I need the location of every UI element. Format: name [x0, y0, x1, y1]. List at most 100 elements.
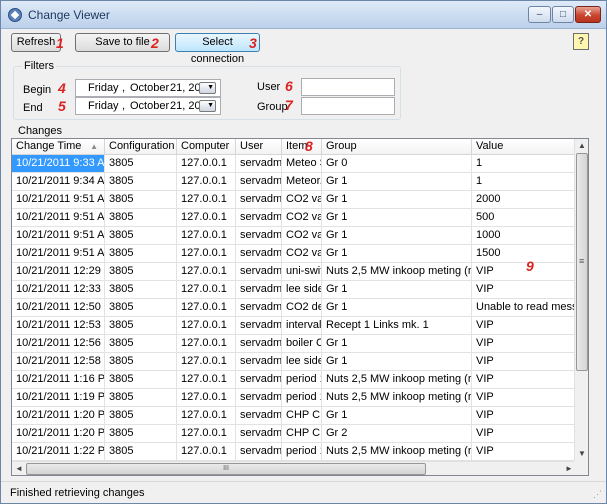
cell-change-time[interactable]: 10/21/2011 9:33 AM — [12, 155, 105, 173]
cell-configuration[interactable]: 3805 — [105, 317, 177, 335]
column-header-value[interactable]: Value — [472, 139, 576, 155]
close-button[interactable]: ✕ — [575, 6, 601, 23]
cell-configuration[interactable]: 3805 — [105, 209, 177, 227]
cell-group[interactable]: Nuts 2,5 MW inkoop meting (registratie) — [322, 389, 472, 407]
cell-user[interactable]: servadmin — [236, 371, 282, 389]
cell-configuration[interactable]: 3805 — [105, 371, 177, 389]
resize-grip-icon[interactable]: ⋰ — [593, 489, 602, 500]
cell-user[interactable]: servadmin — [236, 191, 282, 209]
cell-group[interactable]: Gr 1 — [322, 407, 472, 425]
cell-configuration[interactable]: 3805 — [105, 245, 177, 263]
cell-change-time[interactable]: 10/21/2011 12:50 PM — [12, 299, 105, 317]
scroll-down-icon[interactable]: ▼ — [575, 447, 588, 461]
cell-change-time[interactable]: 10/21/2011 9:34 AM — [12, 173, 105, 191]
cell-user[interactable]: servadmin — [236, 407, 282, 425]
vertical-scroll-thumb[interactable] — [576, 153, 588, 371]
minimize-button[interactable]: ‒ — [528, 6, 551, 23]
cell-item[interactable]: Meteo S... — [282, 155, 322, 173]
help-icon[interactable]: ? — [573, 33, 589, 50]
calendar-dropdown-icon[interactable]: ▼ — [199, 82, 216, 94]
cell-computer[interactable]: 127.0.0.1 — [177, 389, 236, 407]
cell-group[interactable]: Gr 0 — [322, 155, 472, 173]
table-row[interactable]: 10/21/2011 1:20 PM3805127.0.0.1servadmin… — [12, 407, 576, 425]
cell-computer[interactable]: 127.0.0.1 — [177, 443, 236, 461]
table-row[interactable]: 10/21/2011 12:33 PM3805127.0.0.1servadmi… — [12, 281, 576, 299]
table-row[interactable]: 10/21/2011 9:51 AM3805127.0.0.1servadmin… — [12, 227, 576, 245]
horizontal-scroll-thumb[interactable]: III — [26, 463, 426, 475]
vertical-scrollbar[interactable]: ▲ ▼ — [574, 139, 588, 461]
cell-user[interactable]: servadmin — [236, 389, 282, 407]
cell-change-time[interactable]: 10/21/2011 9:51 AM — [12, 191, 105, 209]
cell-item[interactable]: CHP C... — [282, 425, 322, 443]
cell-item[interactable]: period 1... — [282, 371, 322, 389]
cell-item[interactable]: CO2 val... — [282, 209, 322, 227]
cell-value[interactable]: VIP — [472, 425, 576, 443]
cell-change-time[interactable]: 10/21/2011 12:29 PM — [12, 263, 105, 281]
cell-group[interactable]: Nuts 2,5 MW inkoop meting (registratie) — [322, 371, 472, 389]
title-bar[interactable]: Change Viewer ‒ □ ✕ — [1, 1, 606, 29]
cell-value[interactable]: 500 — [472, 209, 576, 227]
column-header-computer[interactable]: Computer — [177, 139, 236, 155]
cell-item[interactable]: period 1... — [282, 389, 322, 407]
cell-item[interactable]: interval:... — [282, 317, 322, 335]
cell-item[interactable]: lee side... — [282, 353, 322, 371]
cell-user[interactable]: servadmin — [236, 425, 282, 443]
column-header-change-time[interactable]: Change Time ▲ — [12, 139, 105, 155]
cell-user[interactable]: servadmin — [236, 227, 282, 245]
table-row[interactable]: 10/21/2011 12:29 PM3805127.0.0.1servadmi… — [12, 263, 576, 281]
cell-item[interactable]: CO2 de... — [282, 299, 322, 317]
group-filter-input[interactable] — [301, 97, 395, 115]
cell-user[interactable]: servadmin — [236, 209, 282, 227]
column-header-user[interactable]: User — [236, 139, 282, 155]
cell-group[interactable]: Gr 1 — [322, 209, 472, 227]
cell-change-time[interactable]: 10/21/2011 9:51 AM — [12, 209, 105, 227]
user-filter-input[interactable] — [301, 78, 395, 96]
cell-item[interactable]: period 1... — [282, 443, 322, 461]
cell-user[interactable]: servadmin — [236, 317, 282, 335]
table-row[interactable]: 10/21/2011 9:51 AM3805127.0.0.1servadmin… — [12, 191, 576, 209]
cell-value[interactable]: 1000 — [472, 227, 576, 245]
cell-user[interactable]: servadmin — [236, 263, 282, 281]
cell-computer[interactable]: 127.0.0.1 — [177, 173, 236, 191]
cell-value[interactable]: VIP — [472, 335, 576, 353]
cell-change-time[interactable]: 10/21/2011 1:22 PM — [12, 443, 105, 461]
cell-group[interactable]: Gr 1 — [322, 173, 472, 191]
cell-item[interactable]: lee side... — [282, 281, 322, 299]
cell-computer[interactable]: 127.0.0.1 — [177, 425, 236, 443]
cell-configuration[interactable]: 3805 — [105, 281, 177, 299]
cell-user[interactable]: servadmin — [236, 443, 282, 461]
table-row[interactable]: 10/21/2011 12:58 PM3805127.0.0.1servadmi… — [12, 353, 576, 371]
table-row[interactable]: 10/21/2011 9:34 AM3805127.0.0.1servadmin… — [12, 173, 576, 191]
cell-computer[interactable]: 127.0.0.1 — [177, 299, 236, 317]
cell-user[interactable]: servadmin — [236, 335, 282, 353]
column-header-item[interactable]: Item — [282, 139, 322, 155]
cell-computer[interactable]: 127.0.0.1 — [177, 227, 236, 245]
cell-computer[interactable]: 127.0.0.1 — [177, 263, 236, 281]
cell-item[interactable]: uni-swit... — [282, 263, 322, 281]
column-header-configuration[interactable]: Configuration — [105, 139, 177, 155]
cell-user[interactable]: servadmin — [236, 173, 282, 191]
cell-configuration[interactable]: 3805 — [105, 191, 177, 209]
cell-change-time[interactable]: 10/21/2011 12:53 PM — [12, 317, 105, 335]
table-row[interactable]: 10/21/2011 12:53 PM3805127.0.0.1servadmi… — [12, 317, 576, 335]
scroll-up-icon[interactable]: ▲ — [575, 139, 588, 153]
select-connection-button[interactable]: Select connection — [175, 33, 260, 65]
cell-group[interactable]: Nuts 2,5 MW inkoop meting (registratie) — [322, 263, 472, 281]
cell-computer[interactable]: 127.0.0.1 — [177, 209, 236, 227]
cell-computer[interactable]: 127.0.0.1 — [177, 371, 236, 389]
cell-computer[interactable]: 127.0.0.1 — [177, 245, 236, 263]
cell-configuration[interactable]: 3805 — [105, 263, 177, 281]
begin-date-picker[interactable]: Friday , October 21, 2011 ▼ — [75, 79, 221, 97]
cell-configuration[interactable]: 3805 — [105, 173, 177, 191]
cell-computer[interactable]: 127.0.0.1 — [177, 281, 236, 299]
cell-value[interactable]: 2000 — [472, 191, 576, 209]
cell-value[interactable]: VIP — [472, 281, 576, 299]
cell-value[interactable]: 1 — [472, 173, 576, 191]
cell-group[interactable]: Gr 1 — [322, 245, 472, 263]
cell-group[interactable]: Gr 1 — [322, 335, 472, 353]
cell-value[interactable]: VIP — [472, 443, 576, 461]
cell-configuration[interactable]: 3805 — [105, 353, 177, 371]
cell-value[interactable]: Unable to read message. (Er — [472, 299, 576, 317]
cell-change-time[interactable]: 10/21/2011 12:56 PM — [12, 335, 105, 353]
changes-grid[interactable]: Change Time ▲ Configuration Computer User Ite… — [11, 138, 589, 476]
